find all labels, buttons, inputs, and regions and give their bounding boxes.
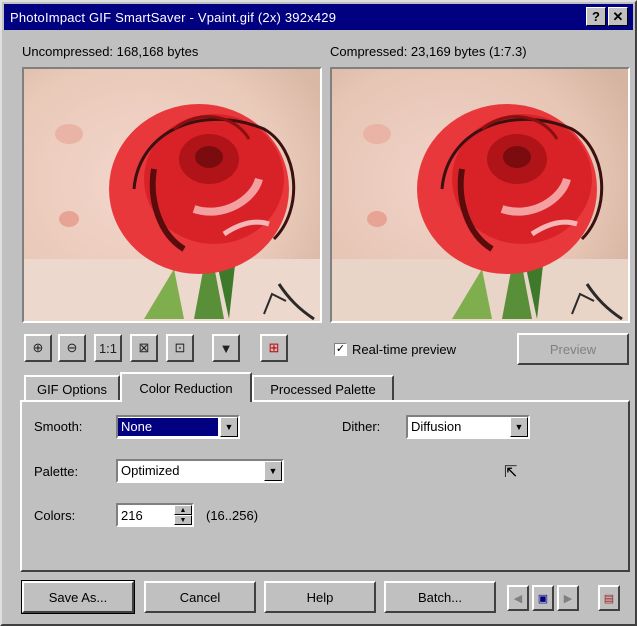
smooth-select[interactable]: None ▼ — [116, 415, 240, 439]
colors-range-label: (16..256) — [206, 508, 259, 523]
background-color-button[interactable]: ▼ — [212, 334, 240, 362]
spin-up-icon[interactable]: ▲ — [174, 505, 192, 515]
fit-window-icon: ⊠ — [138, 340, 150, 355]
dither-select[interactable]: Diffusion ▼ — [406, 415, 530, 439]
arrow-right-icon: ▶ — [563, 592, 573, 605]
title-bar[interactable]: PhotoImpact GIF SmartSaver - Vpaint.gif … — [4, 4, 633, 30]
actual-size-button[interactable]: 1:1 — [94, 334, 122, 362]
grid-icon: ⊞ — [268, 340, 280, 355]
arrow-left-icon: ◀ — [513, 592, 523, 605]
floppy-disk-icon: ▣ — [537, 592, 549, 605]
zoom-out-button[interactable]: ⊖ — [58, 334, 86, 362]
close-button[interactable]: ✕ — [608, 7, 628, 26]
checkmark-icon: ✓ — [335, 343, 346, 355]
grid-button[interactable]: ⊞ — [260, 334, 288, 362]
zoom-in-icon: ⊕ — [32, 340, 44, 355]
color-reduction-panel: Smooth: None ▼ Dither: Diffusion ▼ Palet… — [20, 400, 630, 572]
preview-button[interactable]: Preview — [517, 333, 629, 365]
options-button[interactable]: ▤ — [598, 585, 620, 611]
original-preview-image[interactable] — [22, 67, 322, 323]
compressed-size-label: Compressed: 23,169 bytes (1:7.3) — [330, 44, 527, 59]
uncompressed-size-label: Uncompressed: 168,168 bytes — [22, 44, 199, 59]
settings-icon: ▤ — [603, 592, 615, 605]
help-button[interactable]: Help — [264, 581, 376, 613]
actual-size-icon: 1:1 — [98, 340, 118, 356]
chevron-down-icon[interactable]: ▼ — [264, 461, 282, 481]
chevron-down-icon[interactable]: ▼ — [220, 417, 238, 437]
realtime-preview-label[interactable]: Real-time preview — [352, 342, 456, 357]
colors-label: Colors: — [34, 508, 76, 523]
chevron-down-icon[interactable]: ▼ — [510, 417, 528, 437]
palette-value: Optimized — [121, 463, 180, 478]
help-title-button[interactable]: ? — [586, 7, 606, 26]
fit-window-button[interactable]: ⊠ — [130, 334, 158, 362]
window-title: PhotoImpact GIF SmartSaver - Vpaint.gif … — [10, 9, 337, 25]
colors-value: 216 — [121, 507, 143, 523]
realtime-preview-checkbox[interactable]: ✓ — [334, 343, 347, 356]
palette-select[interactable]: Optimized ▼ — [116, 459, 284, 483]
previous-button[interactable]: ◀ — [507, 585, 529, 611]
smooth-value: None — [118, 418, 218, 436]
colors-spinner[interactable]: 216 ▲ ▼ — [116, 503, 194, 527]
tab-color-reduction[interactable]: Color Reduction — [120, 372, 252, 402]
zoom-out-icon: ⊖ — [66, 340, 78, 355]
compressed-preview-image[interactable] — [330, 67, 630, 323]
full-screen-button[interactable]: ⊡ — [166, 334, 194, 362]
cancel-button[interactable]: Cancel — [144, 581, 256, 613]
dither-label: Dither: — [342, 419, 381, 434]
smooth-label: Smooth: — [34, 419, 83, 434]
batch-button[interactable]: Batch... — [384, 581, 496, 613]
save-file-button[interactable]: ▣ — [532, 585, 554, 611]
spin-down-icon[interactable]: ▼ — [174, 515, 192, 525]
tab-gif-options[interactable]: GIF Options — [24, 375, 120, 401]
save-as-button[interactable]: Save As... — [21, 580, 135, 614]
dither-value: Diffusion — [411, 419, 462, 434]
mouse-cursor-icon: ⇱ — [504, 464, 518, 481]
palette-label: Palette: — [34, 464, 79, 479]
full-screen-icon: ⊡ — [174, 340, 186, 355]
next-button[interactable]: ▶ — [557, 585, 579, 611]
smartsaver-dialog: PhotoImpact GIF SmartSaver - Vpaint.gif … — [0, 0, 637, 626]
background-color-icon: ▼ — [219, 340, 233, 356]
zoom-in-button[interactable]: ⊕ — [24, 334, 52, 362]
tab-processed-palette[interactable]: Processed Palette — [252, 375, 394, 401]
